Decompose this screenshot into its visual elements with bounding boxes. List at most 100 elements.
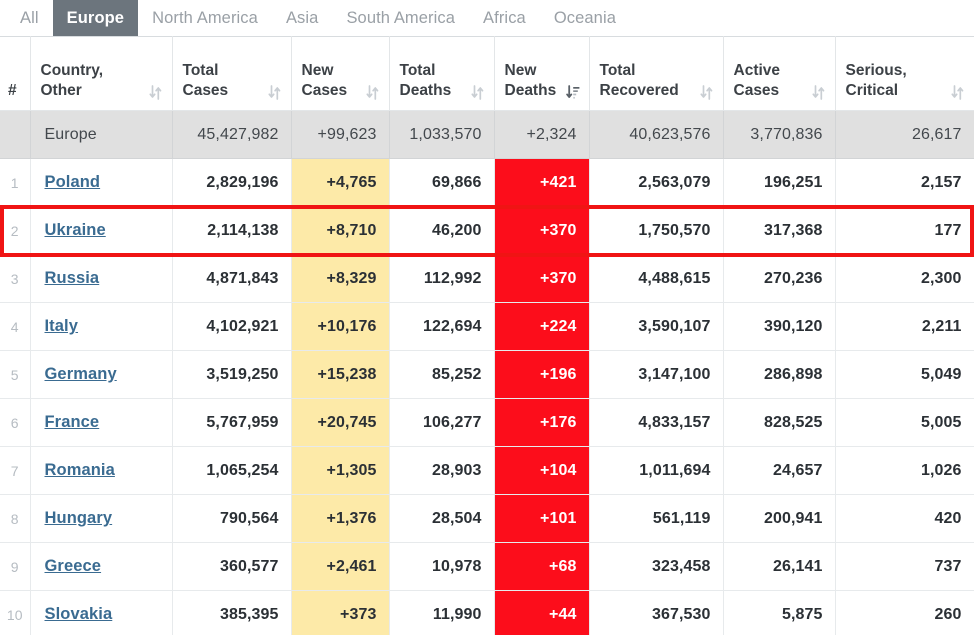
tab-all[interactable]: All bbox=[6, 0, 53, 36]
col-header-newcases[interactable]: New Cases bbox=[290, 36, 390, 111]
cell-totalrec: 40,623,576 bbox=[588, 110, 724, 159]
cell-activecases: 286,898 bbox=[722, 350, 836, 399]
cell-totalcases: 3,519,250 bbox=[171, 350, 292, 399]
country-link[interactable]: Russia bbox=[45, 269, 100, 287]
country-link[interactable]: Romania bbox=[45, 461, 115, 479]
col-header-line2: Critical bbox=[845, 82, 899, 100]
cell-totaldeaths: 69,866 bbox=[388, 158, 495, 207]
cell-newcases: +8,710 bbox=[290, 206, 390, 255]
col-header-newdeaths[interactable]: New Deaths bbox=[493, 36, 590, 111]
cell-activecases: 390,120 bbox=[722, 302, 836, 351]
sort-desc-icon[interactable] bbox=[565, 84, 579, 100]
col-header-line1 bbox=[8, 61, 26, 81]
country-link[interactable]: Hungary bbox=[45, 509, 113, 527]
cell-seriouscrit: 26,617 bbox=[834, 110, 974, 159]
cell-totaldeaths: 106,277 bbox=[388, 398, 495, 447]
tab-asia[interactable]: Asia bbox=[272, 0, 333, 36]
table-row: 2 Ukraine 2,114,138 +8,710 46,200 +370 1,750,5… bbox=[0, 206, 974, 255]
country-link[interactable]: Poland bbox=[45, 173, 101, 191]
sort-both-icon[interactable] bbox=[267, 84, 281, 100]
table-row: 6 France 5,767,959 +20,745 106,277 +176 4,833,… bbox=[0, 398, 974, 447]
sort-both-icon[interactable] bbox=[365, 84, 379, 100]
cell-country: Germany bbox=[29, 350, 173, 399]
country-link[interactable]: Ukraine bbox=[45, 221, 106, 239]
table-header: # Country, Other Total Cases New Cases Total Dea… bbox=[0, 36, 974, 111]
cell-totalrec: 2,563,079 bbox=[588, 158, 724, 207]
cell-totaldeaths: 28,903 bbox=[388, 446, 495, 495]
col-header-country[interactable]: Country, Other bbox=[29, 36, 173, 111]
cell-totaldeaths: 10,978 bbox=[388, 542, 495, 591]
country-link[interactable]: Greece bbox=[45, 557, 102, 575]
cell-totalrec: 1,011,694 bbox=[588, 446, 724, 495]
table-header-row: # Country, Other Total Cases New Cases Total Dea… bbox=[0, 36, 974, 111]
cell-seriouscrit: 2,157 bbox=[834, 158, 974, 207]
cell-activecases: 26,141 bbox=[722, 542, 836, 591]
col-header-line2: Other bbox=[40, 82, 82, 100]
col-header-line2: Cases bbox=[301, 82, 348, 100]
cell-totalrec: 561,119 bbox=[588, 494, 724, 543]
sort-both-icon[interactable] bbox=[811, 84, 825, 100]
covid-stats-table: # Country, Other Total Cases New Cases Total Dea… bbox=[0, 36, 974, 635]
col-header-num[interactable]: # bbox=[0, 36, 31, 111]
tab-north-america[interactable]: North America bbox=[138, 0, 272, 36]
cell-totalrec: 4,833,157 bbox=[588, 398, 724, 447]
sort-both-icon[interactable] bbox=[950, 84, 964, 100]
cell-totalrec: 3,590,107 bbox=[588, 302, 724, 351]
cell-totaldeaths: 122,694 bbox=[388, 302, 495, 351]
cell-totalrec: 323,458 bbox=[588, 542, 724, 591]
cell-country: Russia bbox=[29, 254, 173, 303]
cell-num: 2 bbox=[0, 206, 31, 255]
cell-activecases: 24,657 bbox=[722, 446, 836, 495]
cell-country: Poland bbox=[29, 158, 173, 207]
cell-num: 8 bbox=[0, 494, 31, 543]
col-header-totaldeaths[interactable]: Total Deaths bbox=[388, 36, 495, 111]
country-link[interactable]: Slovakia bbox=[45, 605, 113, 623]
tab-oceania[interactable]: Oceania bbox=[540, 0, 630, 36]
cell-seriouscrit: 260 bbox=[834, 590, 974, 635]
sort-both-icon[interactable] bbox=[470, 84, 484, 100]
table-row: 1 Poland 2,829,196 +4,765 69,866 +421 2,563,07… bbox=[0, 158, 974, 207]
col-header-seriouscrit[interactable]: Serious, Critical bbox=[834, 36, 974, 111]
cell-seriouscrit: 420 bbox=[834, 494, 974, 543]
cell-newdeaths: +68 bbox=[493, 542, 590, 591]
sort-both-icon[interactable] bbox=[699, 84, 713, 100]
cell-totalcases: 2,829,196 bbox=[171, 158, 292, 207]
col-header-totalrec[interactable]: Total Recovered bbox=[588, 36, 724, 111]
cell-totaldeaths: 85,252 bbox=[388, 350, 495, 399]
sort-both-icon[interactable] bbox=[148, 84, 162, 100]
col-header-line2-wrap: Cases bbox=[734, 81, 825, 101]
col-header-activecases[interactable]: Active Cases bbox=[722, 36, 836, 111]
cell-newdeaths: +2,324 bbox=[493, 110, 590, 159]
cell-newcases: +1,376 bbox=[290, 494, 390, 543]
cell-seriouscrit: 5,005 bbox=[834, 398, 974, 447]
cell-totalcases: 4,102,921 bbox=[171, 302, 292, 351]
cell-country: Italy bbox=[29, 302, 173, 351]
country-link[interactable]: France bbox=[45, 413, 100, 431]
cell-seriouscrit: 737 bbox=[834, 542, 974, 591]
country-link[interactable]: Italy bbox=[45, 317, 79, 335]
tab-europe[interactable]: Europe bbox=[52, 0, 139, 36]
cell-num: 9 bbox=[0, 542, 31, 591]
cell-num: 5 bbox=[0, 350, 31, 399]
cell-num: 3 bbox=[0, 254, 31, 303]
tab-africa[interactable]: Africa bbox=[469, 0, 540, 36]
cell-country: Hungary bbox=[29, 494, 173, 543]
cell-country: France bbox=[29, 398, 173, 447]
table-row: 10 Slovakia 385,395 +373 11,990 +44 367,530 5,8… bbox=[0, 590, 974, 635]
cell-activecases: 5,875 bbox=[722, 590, 836, 635]
cell-newdeaths: +421 bbox=[493, 158, 590, 207]
col-header-line1: Country, bbox=[40, 62, 104, 80]
col-header-totalcases[interactable]: Total Cases bbox=[171, 36, 292, 111]
cell-totaldeaths: 46,200 bbox=[388, 206, 495, 255]
tab-label: North America bbox=[152, 8, 258, 27]
tab-south-america[interactable]: South America bbox=[332, 0, 469, 36]
cell-newcases: +4,765 bbox=[290, 158, 390, 207]
cell-newdeaths: +104 bbox=[493, 446, 590, 495]
tab-label: All bbox=[20, 8, 39, 27]
cell-newcases: +2,461 bbox=[290, 542, 390, 591]
cell-newdeaths: +224 bbox=[493, 302, 590, 351]
cell-totalcases: 5,767,959 bbox=[171, 398, 292, 447]
country-link[interactable]: Germany bbox=[45, 365, 117, 383]
col-header-line1: Total bbox=[399, 62, 436, 80]
table-row: 8 Hungary 790,564 +1,376 28,504 +101 561,119 20… bbox=[0, 494, 974, 543]
